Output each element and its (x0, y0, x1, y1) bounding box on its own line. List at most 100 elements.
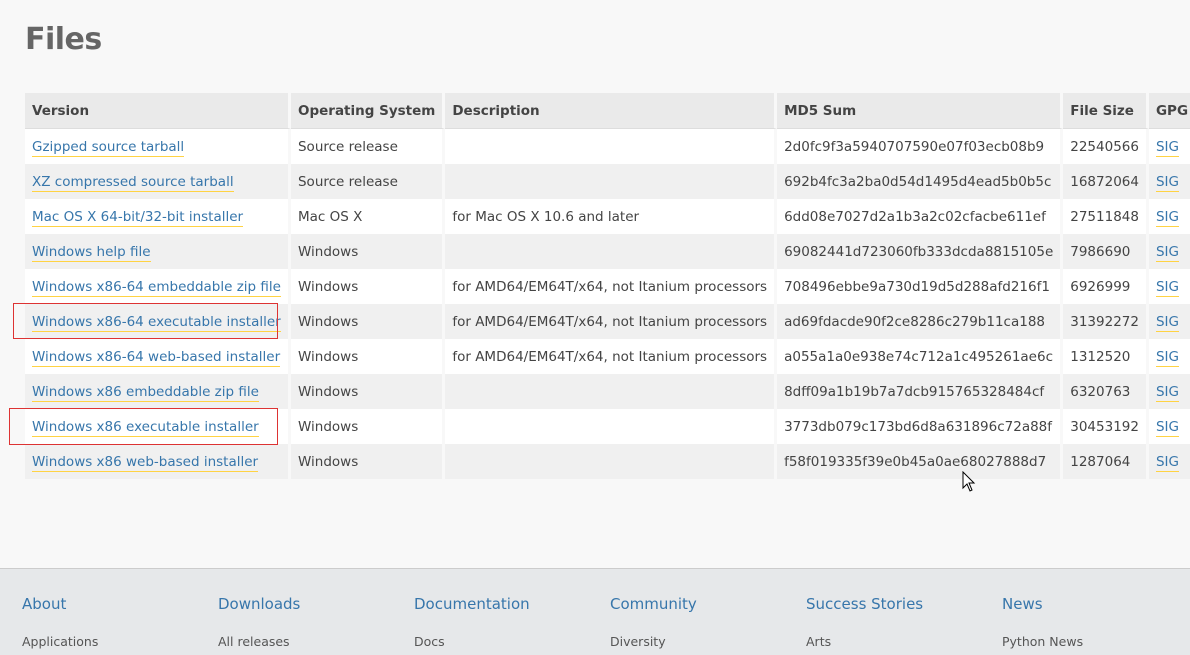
cell-os: Source release (290, 129, 446, 164)
cell-md5: 708496ebbe9a730d19d5d288afd216f1 (777, 269, 1064, 304)
download-link[interactable]: Gzipped source tarball (32, 138, 185, 157)
footer-column: About Applications (22, 595, 98, 649)
cell-description: for AMD64/EM64T/x64, not Itanium process… (445, 269, 778, 304)
download-link[interactable]: Windows help file (32, 243, 151, 262)
cell-description: for AMD64/EM64T/x64, not Itanium process… (445, 339, 778, 374)
cell-version: Windows x86-64 executable installer (25, 304, 291, 339)
footer-title-link[interactable]: Downloads (218, 595, 300, 613)
cell-text-size: 16872064 (1070, 173, 1139, 190)
cell-size: 1312520 (1063, 339, 1149, 374)
column-header-os[interactable]: Operating System (290, 93, 446, 129)
column-header-version[interactable]: Version (25, 93, 291, 129)
cell-text-md5: 708496ebbe9a730d19d5d288afd216f1 (784, 278, 1050, 295)
column-header-gpg[interactable]: GPG (1148, 93, 1190, 129)
cell-size: 6926999 (1063, 269, 1149, 304)
cell-md5: 6dd08e7027d2a1b3a2c02cfacbe611ef (777, 199, 1064, 234)
cell-os: Windows (290, 339, 446, 374)
cell-text-md5: 6dd08e7027d2a1b3a2c02cfacbe611ef (784, 208, 1046, 225)
cell-md5: 3773db079c173bd6d8a631896c72a88f (777, 409, 1064, 444)
cell-text-size: 7986690 (1070, 243, 1131, 260)
cell-text-md5: 8dff09a1b19b7a7dcb915765328484cf (784, 383, 1045, 400)
footer-title-link[interactable]: Community (610, 595, 697, 613)
download-link[interactable]: Mac OS X 64-bit/32-bit installer (32, 208, 244, 227)
sig-link[interactable]: SIG (1155, 173, 1179, 192)
column-header-description[interactable]: Description (445, 93, 778, 129)
cell-size: 6320763 (1063, 374, 1149, 409)
sig-link[interactable]: SIG (1155, 313, 1179, 332)
cell-text-size: 30453192 (1070, 418, 1139, 435)
cell-text-md5: f58f019335f39e0b45a0ae68027888d7 (784, 453, 1047, 470)
cell-version: Windows x86 executable installer (25, 409, 291, 444)
cell-gpg: SIG (1148, 234, 1190, 269)
footer-item-link[interactable]: Docs (414, 634, 530, 649)
table-row: Windows help file Windows 69082441d723060f… (25, 234, 1190, 269)
cell-gpg: SIG (1148, 164, 1190, 199)
download-link[interactable]: Windows x86 web-based installer (32, 453, 259, 472)
sig-link[interactable]: SIG (1155, 278, 1179, 297)
sig-link[interactable]: SIG (1155, 208, 1179, 227)
cell-text-description: for AMD64/EM64T/x64, not Itanium process… (452, 348, 768, 365)
cell-gpg: SIG (1148, 444, 1190, 479)
cell-description: for AMD64/EM64T/x64, not Itanium process… (445, 304, 778, 339)
download-link[interactable]: Windows x86 embeddable zip file (32, 383, 259, 402)
cell-size: 1287064 (1063, 444, 1149, 479)
cell-gpg: SIG (1148, 374, 1190, 409)
download-link[interactable]: Windows x86-64 web-based installer (32, 348, 281, 367)
cell-text-os: Windows (297, 383, 359, 400)
table-row: Windows x86 executable installer Windows 3… (25, 409, 1190, 444)
cell-text-size: 27511848 (1070, 208, 1139, 225)
download-link[interactable]: XZ compressed source tarball (32, 173, 234, 192)
download-link[interactable]: Windows x86 executable installer (32, 418, 259, 437)
table-header-row: Version Operating System Description MD5… (25, 93, 1190, 129)
footer-title-link[interactable]: About (22, 595, 98, 613)
cell-description (445, 129, 778, 164)
cell-text-description: for AMD64/EM64T/x64, not Itanium process… (452, 313, 768, 330)
cell-version: Windows help file (25, 234, 291, 269)
cell-os: Windows (290, 304, 446, 339)
sig-link[interactable]: SIG (1155, 453, 1179, 472)
footer-title-link[interactable]: Success Stories (806, 595, 923, 613)
download-link[interactable]: Windows x86-64 embeddable zip file (32, 278, 281, 297)
footer-item-link[interactable]: Applications (22, 634, 98, 649)
column-header-size[interactable]: File Size (1063, 93, 1149, 129)
site-footer: About Applications Downloads All releases Do… (0, 568, 1190, 655)
cell-md5: 8dff09a1b19b7a7dcb915765328484cf (777, 374, 1064, 409)
cell-description (445, 164, 778, 199)
cell-version: Gzipped source tarball (25, 129, 291, 164)
sig-link[interactable]: SIG (1155, 138, 1179, 157)
sig-link[interactable]: SIG (1155, 383, 1179, 402)
cell-os: Windows (290, 269, 446, 304)
cell-gpg: SIG (1148, 129, 1190, 164)
footer-title-link[interactable]: News (1002, 595, 1083, 613)
download-link[interactable]: Windows x86-64 executable installer (32, 313, 281, 332)
cell-text-os: Mac OS X (297, 208, 363, 225)
footer-item-link[interactable]: Python News (1002, 634, 1083, 649)
footer-item-link[interactable]: Arts (806, 634, 923, 649)
sig-link[interactable]: SIG (1155, 348, 1179, 367)
mouse-cursor-icon (962, 471, 976, 492)
table-row: Windows x86 web-based installer Windows f5… (25, 444, 1190, 479)
cell-description (445, 444, 778, 479)
cell-gpg: SIG (1148, 304, 1190, 339)
cell-os: Windows (290, 374, 446, 409)
footer-item-link[interactable]: All releases (218, 634, 300, 649)
footer-title-link[interactable]: Documentation (414, 595, 530, 613)
sig-link[interactable]: SIG (1155, 418, 1179, 437)
cell-version: Windows x86-64 embeddable zip file (25, 269, 291, 304)
cell-size: 16872064 (1063, 164, 1149, 199)
footer-item-link[interactable]: Diversity (610, 634, 697, 649)
cell-text-size: 1312520 (1070, 348, 1131, 365)
footer-column: Community Diversity (610, 595, 697, 649)
cell-md5: 2d0fc9f3a5940707590e07f03ecb08b9 (777, 129, 1064, 164)
cell-size: 27511848 (1063, 199, 1149, 234)
cell-description: for Mac OS X 10.6 and later (445, 199, 778, 234)
page-title: Files (25, 22, 102, 57)
cell-version: XZ compressed source tarball (25, 164, 291, 199)
table-row: XZ compressed source tarball Source relea… (25, 164, 1190, 199)
table-row: Windows x86 embeddable zip file Windows 8d… (25, 374, 1190, 409)
footer-column: Documentation Docs (414, 595, 530, 649)
cell-text-md5: 69082441d723060fb333dcda8815105e (784, 243, 1054, 260)
cell-md5: ad69fdacde90f2ce8286c279b11ca188 (777, 304, 1064, 339)
column-header-md5[interactable]: MD5 Sum (777, 93, 1064, 129)
sig-link[interactable]: SIG (1155, 243, 1179, 262)
